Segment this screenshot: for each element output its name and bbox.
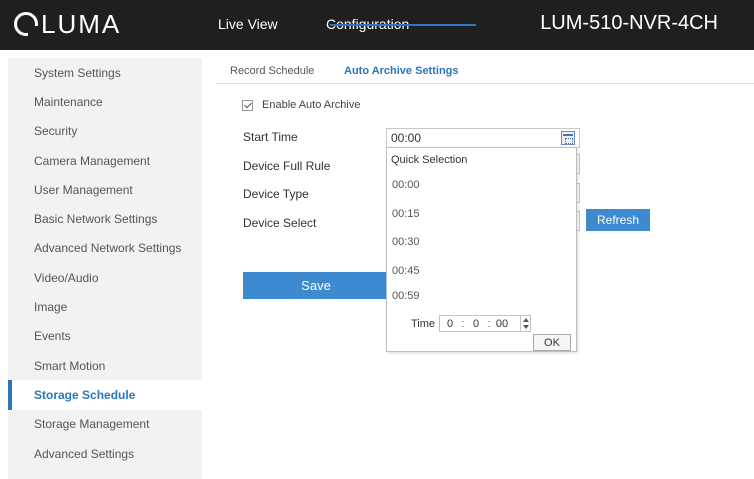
sidebar-item-video-audio[interactable]: Video/Audio	[8, 263, 202, 292]
sidebar-item-events[interactable]: Events	[8, 322, 202, 351]
active-tab-indicator	[330, 24, 476, 26]
enable-auto-archive-checkbox[interactable]	[242, 99, 253, 111]
device-full-rule-label: Device Full Rule	[243, 159, 331, 173]
sidebar-item-system-settings[interactable]: System Settings	[8, 58, 202, 87]
device-name: LUM-510-NVR-4CH	[540, 12, 718, 34]
luma-logo[interactable]: LUMA	[14, 9, 121, 39]
time-label: Time	[411, 317, 436, 330]
save-button[interactable]: Save	[243, 272, 389, 299]
hour-field[interactable]: 0	[440, 318, 460, 330]
tab-bar: Record Schedule Auto Archive Settings	[216, 58, 754, 84]
quick-option-0059[interactable]: 00:59	[392, 290, 420, 302]
calendar-icon[interactable]	[561, 131, 575, 145]
quick-selection-title: Quick Selection	[391, 154, 468, 166]
logo-icon	[14, 12, 38, 36]
spinner-buttons[interactable]	[520, 316, 530, 331]
time-spinner-row: Time 0 : 0 : 00	[411, 315, 532, 332]
quick-option-0000[interactable]: 00:00	[392, 179, 420, 191]
quick-option-0030[interactable]: 00:30	[392, 236, 420, 248]
device-type-label: Device Type	[243, 187, 309, 201]
sidebar-item-advanced-network-settings[interactable]: Advanced Network Settings	[8, 234, 202, 263]
tab-auto-archive-settings[interactable]: Auto Archive Settings	[344, 65, 459, 77]
quick-option-0015[interactable]: 00:15	[392, 208, 420, 220]
second-field[interactable]: 00	[492, 318, 512, 330]
tab-record-schedule[interactable]: Record Schedule	[230, 65, 314, 77]
sidebar-item-maintenance[interactable]: Maintenance	[8, 87, 202, 116]
start-time-label: Start Time	[243, 130, 298, 144]
sidebar-item-advanced-settings[interactable]: Advanced Settings	[8, 439, 202, 468]
sidebar-item-user-management[interactable]: User Management	[8, 175, 202, 204]
nav-live-view[interactable]: Live View	[218, 16, 278, 32]
sidebar-item-smart-motion[interactable]: Smart Motion	[8, 351, 202, 380]
enable-auto-archive-row: Enable Auto Archive	[242, 99, 360, 111]
sidebar-item-image[interactable]: Image	[8, 292, 202, 321]
minute-field[interactable]: 0	[466, 318, 486, 330]
start-time-input[interactable]: 00:00	[386, 128, 580, 148]
sidebar-item-storage-schedule[interactable]: Storage Schedule	[8, 380, 202, 410]
sidebar-item-storage-management[interactable]: Storage Management	[8, 410, 202, 439]
logo-text: LUMA	[41, 9, 122, 39]
time-picker-popup: Quick Selection 00:00 00:15 00:30 00:45 …	[386, 147, 577, 352]
ok-button[interactable]: OK	[533, 334, 571, 351]
quick-option-0045[interactable]: 00:45	[392, 265, 420, 277]
enable-auto-archive-label: Enable Auto Archive	[262, 99, 361, 111]
sidebar: System Settings Maintenance Security Cam…	[8, 58, 202, 479]
spin-up-icon[interactable]	[522, 317, 529, 322]
spin-down-icon[interactable]	[522, 325, 529, 330]
time-spinner[interactable]: 0 : 0 : 00	[439, 315, 532, 332]
sidebar-item-basic-network-settings[interactable]: Basic Network Settings	[8, 204, 202, 233]
sidebar-item-camera-management[interactable]: Camera Management	[8, 146, 202, 175]
device-select-label: Device Select	[243, 216, 317, 230]
refresh-button[interactable]: Refresh	[586, 209, 650, 231]
sidebar-item-security[interactable]: Security	[8, 117, 202, 146]
